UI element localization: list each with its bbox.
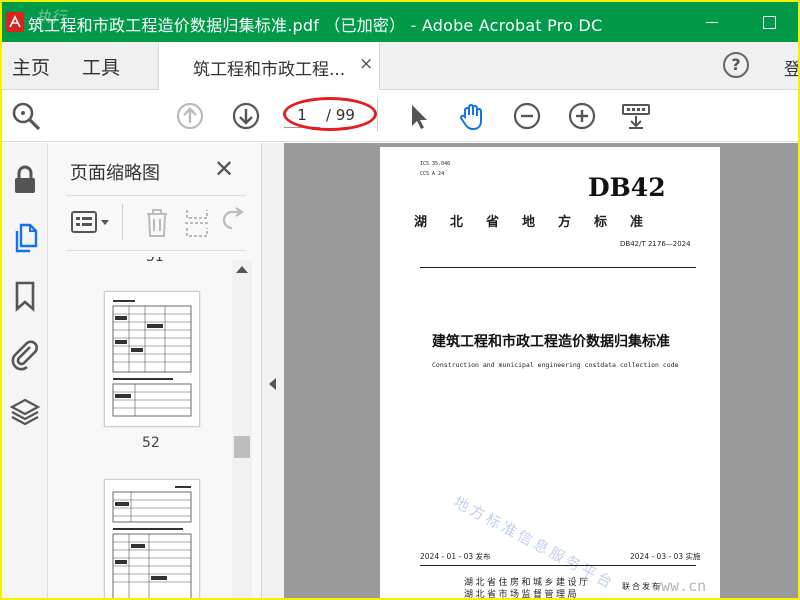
publish-date: 2024 - 01 - 03 发布	[420, 552, 491, 561]
maximize-button[interactable]	[756, 10, 782, 34]
pages-icon[interactable]	[8, 221, 42, 255]
help-icon[interactable]: ?	[723, 52, 749, 78]
select-cursor-icon[interactable]	[402, 100, 434, 132]
ccs-code: CCS A 24	[420, 171, 445, 177]
page-clip: ICS 35.040 CCS A 24 DB42 湖北省地方标准 DB42/T …	[380, 147, 720, 598]
extract-pages-icon[interactable]	[182, 206, 212, 240]
title-overlay-text: 执行	[36, 8, 67, 26]
bookmark-icon[interactable]	[8, 279, 42, 313]
window-title: 筑工程和市政工程造价数据归集标准.pdf （已加密） - Adobe Acrob…	[28, 16, 603, 35]
panel-title: 页面缩略图	[70, 163, 160, 184]
acrobat-logo-icon	[6, 12, 24, 32]
search-zoom-icon[interactable]	[10, 100, 42, 132]
thumbnail-panel: 页面缩略图 ✕ 51 52	[48, 143, 262, 598]
red-annotation-ellipse	[283, 97, 377, 131]
document-tab-label: 筑工程和市政工程...	[193, 60, 346, 80]
app-window: 筑工程和市政工程造价数据归集标准.pdf （已加密） - Adobe Acrob…	[2, 2, 798, 598]
document-title-cn: 建筑工程和市政工程造价数据归集标准	[432, 334, 670, 350]
implement-date: 2024 - 03 - 03 实施	[630, 552, 701, 561]
document-viewer[interactable]: ICS 35.040 CCS A 24 DB42 湖北省地方标准 DB42/T …	[262, 143, 798, 598]
prev-page-icon[interactable]	[174, 100, 206, 132]
next-page-icon[interactable]	[230, 100, 262, 132]
scrollbar-thumb[interactable]	[234, 436, 250, 458]
thumbnail-toolbar	[66, 195, 246, 251]
page-thumbnail[interactable]	[104, 291, 200, 427]
tab-tools[interactable]: 工具	[82, 53, 120, 80]
thumbnail-label: 52	[142, 435, 160, 451]
standard-number: DB42/T 2176—2024	[620, 240, 691, 248]
keyboard-tool-icon[interactable]	[620, 100, 652, 132]
close-tab-icon[interactable]: ×	[359, 54, 373, 74]
pdf-page: ICS 35.040 CCS A 24 DB42 湖北省地方标准 DB42/T …	[380, 147, 720, 598]
lock-icon[interactable]	[8, 163, 42, 197]
close-panel-icon[interactable]: ✕	[214, 155, 234, 183]
delete-icon[interactable]	[142, 206, 172, 240]
toolbar-separator	[377, 98, 378, 132]
tab-document[interactable]: 筑工程和市政工程... ×	[158, 42, 380, 90]
province-standard-label: 湖北省地方标准	[414, 215, 667, 230]
scroll-up-arrow-icon[interactable]	[236, 266, 248, 273]
zoom-in-icon[interactable]	[566, 100, 598, 132]
issuer-line-2: 湖北省市场监督管理局	[464, 590, 580, 598]
title-bar: 筑工程和市政工程造价数据归集标准.pdf （已加密） - Adobe Acrob…	[2, 2, 798, 42]
page-thumbnail[interactable]	[104, 479, 200, 598]
toolbar: 1 / 99	[2, 90, 798, 142]
zoom-out-icon[interactable]	[511, 100, 543, 132]
tab-home[interactable]: 主页	[12, 53, 50, 80]
panel-collapse-gutter[interactable]	[262, 143, 284, 598]
ics-code: ICS 35.040	[420, 161, 451, 167]
signin-button[interactable]: 登	[784, 55, 798, 80]
attachment-icon[interactable]	[8, 337, 42, 371]
minimize-button[interactable]	[699, 10, 725, 34]
thumbnail-options-icon[interactable]	[70, 208, 114, 238]
hand-tool-icon[interactable]	[456, 100, 488, 132]
layers-icon[interactable]	[8, 395, 42, 429]
bottom-rule	[420, 565, 696, 566]
left-rail	[2, 143, 48, 598]
rotate-icon[interactable]	[222, 206, 248, 240]
toolbar-divider	[122, 204, 123, 240]
site-watermark: www.cn	[652, 577, 707, 595]
thumbnail-label: 51	[146, 249, 164, 265]
document-title-en: Construction and municipal engineering c…	[432, 361, 679, 369]
top-rule	[420, 267, 696, 268]
collapse-panel-arrow-icon[interactable]	[269, 378, 276, 390]
thumbnail-scrollbar[interactable]	[232, 260, 252, 598]
standard-code: DB42	[588, 173, 666, 202]
tab-bar: 主页 工具 筑工程和市政工程... × ? 登	[2, 42, 798, 90]
